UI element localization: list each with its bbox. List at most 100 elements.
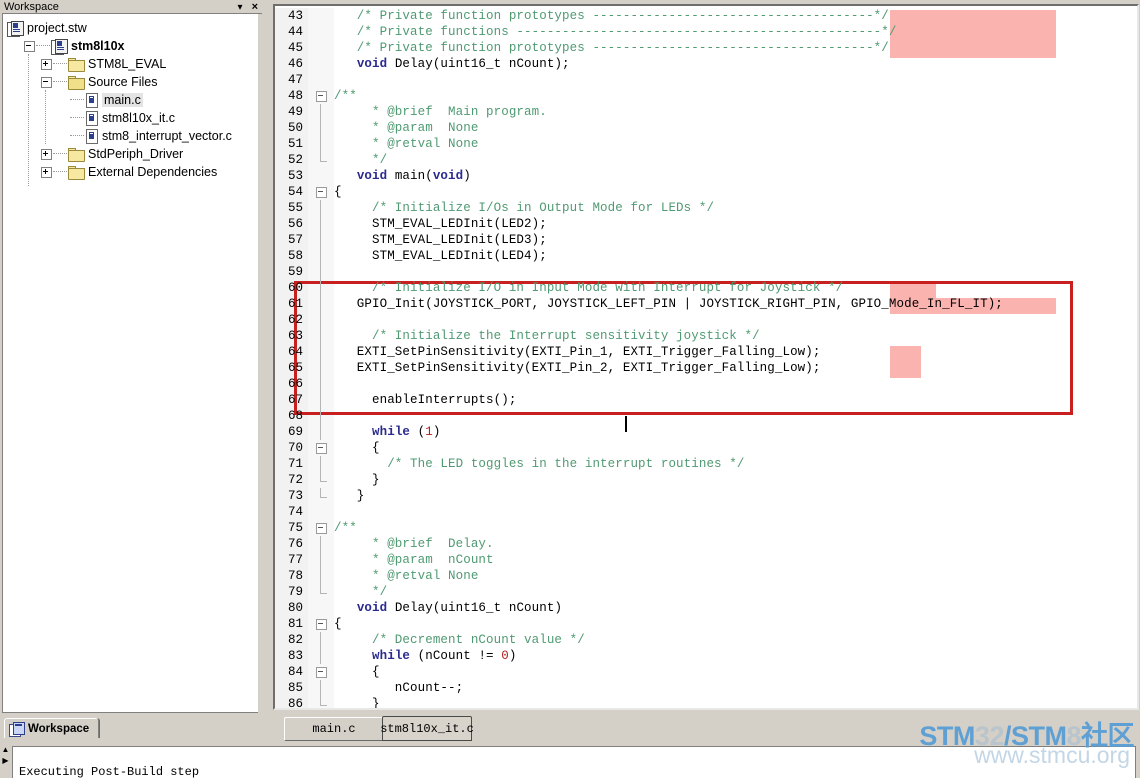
code-line[interactable]: 51 * @retval None [275,136,1137,152]
code-text: /* Decrement nCount value */ [334,633,585,647]
code-line[interactable]: 75 /** [275,520,1137,536]
code-text: STM_EVAL_LEDInit(LED2); [334,217,547,231]
code-area[interactable]: 43 /* Private function prototypes ------… [275,8,1137,708]
code-text: } [334,489,365,503]
collapse-icon[interactable] [41,76,52,88]
fold-guide-end [320,152,327,162]
code-line[interactable]: 85 nCount--; [275,680,1137,696]
code-line[interactable]: 67 enableInterrupts(); [275,392,1137,408]
code-line[interactable]: 49 * @brief Main program. [275,104,1137,120]
code-line[interactable]: 46 void Delay(uint16_t nCount); [275,56,1137,72]
code-text: /** [334,521,357,535]
scroll-down-icon[interactable]: ▶ [2,755,8,766]
code-line[interactable]: 47 [275,72,1137,88]
fold-collapse-icon[interactable] [316,91,327,102]
code-line[interactable]: 66 [275,376,1137,392]
code-line[interactable]: 73 } [275,488,1137,504]
code-line[interactable]: 68 [275,408,1137,424]
chevron-down-icon[interactable]: ▾ [238,2,243,13]
code-line[interactable]: 74 [275,504,1137,520]
fold-guide-end [320,488,327,498]
tree-item-stdperiph-driver[interactable]: StdPeriph_Driver [3,145,258,163]
code-line[interactable]: 69 while (1) [275,424,1137,440]
expand-icon[interactable] [41,148,52,160]
fold-collapse-icon[interactable] [316,667,327,678]
code-text: { [334,617,342,631]
code-line[interactable]: 63 /* Initialize the Interrupt sensitivi… [275,328,1137,344]
workspace-title: Workspace [4,1,59,13]
code-line[interactable]: 82 /* Decrement nCount value */ [275,632,1137,648]
scroll-up-icon[interactable]: ▲ [2,744,10,755]
code-line[interactable]: 59 [275,264,1137,280]
code-line[interactable]: 54 { [275,184,1137,200]
code-line[interactable]: 80 void Delay(uint16_t nCount) [275,600,1137,616]
expand-icon[interactable] [41,58,52,70]
code-line[interactable]: 48 /** [275,88,1137,104]
tree-item-project-stw[interactable]: project.stw [3,19,258,37]
code-line[interactable]: 83 while (nCount != 0) [275,648,1137,664]
expand-icon[interactable] [41,166,52,178]
fold-collapse-icon[interactable] [316,523,327,534]
code-text: /* Initialize I/O in Input Mode with Int… [334,281,844,295]
tab-stm8l10x-it-c[interactable]: stm8l10x_it.c [380,716,474,741]
output-pane-scroll-arrows[interactable]: ▲ ▶ [0,744,11,778]
code-line[interactable]: 64 EXTI_SetPinSensitivity(EXTI_Pin_1, EX… [275,344,1137,360]
tree-item-label: stm8l10x [71,39,125,53]
code-line[interactable]: 78 * @retval None [275,568,1137,584]
code-line[interactable]: 43 /* Private function prototypes ------… [275,8,1137,24]
fold-guide [320,392,321,408]
line-number: 64 [287,345,303,359]
code-line[interactable]: 55 /* Initialize I/Os in Output Mode for… [275,200,1137,216]
tree-connector-line [28,54,30,186]
tree-item-stm8-interrupt-vector-c[interactable]: stm8_interrupt_vector.c [3,127,258,145]
code-text: STM_EVAL_LEDInit(LED3); [334,233,547,247]
close-icon[interactable]: × [252,2,258,13]
line-number: 77 [287,553,303,567]
tree-item-source-files[interactable]: Source Files [3,73,258,91]
line-number: 63 [287,329,303,343]
tree-item-stm8l10x-it-c[interactable]: stm8l10x_it.c [3,109,258,127]
code-line[interactable]: 70 { [275,440,1137,456]
tree-item-external-dependencies[interactable]: External Dependencies [3,163,258,181]
code-line[interactable]: 52 */ [275,152,1137,168]
editor-frame[interactable]: 43 /* Private function prototypes ------… [273,4,1139,710]
tree-scroll-strip[interactable] [258,13,262,714]
code-line[interactable]: 45 /* Private function prototypes ------… [275,40,1137,56]
output-pane-content[interactable]: Executing Post-Build step [12,746,1136,778]
code-line[interactable]: 65 EXTI_SetPinSensitivity(EXTI_Pin_2, EX… [275,360,1137,376]
project-tree[interactable]: project.stw stm8l10x STM8L_EVAL Source File… [2,13,258,713]
line-number: 61 [287,297,303,311]
line-number: 47 [287,73,303,87]
code-line[interactable]: 84 { [275,664,1137,680]
tab-workspace[interactable]: Workspace [4,718,100,740]
fold-collapse-icon[interactable] [316,619,327,630]
code-line[interactable]: 71 /* The LED toggles in the interrupt r… [275,456,1137,472]
tree-item-stm8l10x[interactable]: stm8l10x [3,37,258,55]
code-line[interactable]: 81 { [275,616,1137,632]
tree-item-main-c[interactable]: main.c [3,91,258,109]
line-number: 57 [287,233,303,247]
code-line[interactable]: 60 /* Initialize I/O in Input Mode with … [275,280,1137,296]
tree-item-stm8l-eval[interactable]: STM8L_EVAL [3,55,258,73]
line-number: 46 [287,57,303,71]
code-line[interactable]: 76 * @brief Delay. [275,536,1137,552]
fold-collapse-icon[interactable] [316,187,327,198]
code-line[interactable]: 77 * @param nCount [275,552,1137,568]
fold-collapse-icon[interactable] [316,443,327,454]
code-line[interactable]: 44 /* Private functions ----------------… [275,24,1137,40]
code-line[interactable]: 57 STM_EVAL_LEDInit(LED3); [275,232,1137,248]
code-line[interactable]: 62 [275,312,1137,328]
code-line[interactable]: 72 } [275,472,1137,488]
code-line[interactable]: 86 } [275,696,1137,708]
code-line[interactable]: 61 GPIO_Init(JOYSTICK_PORT, JOYSTICK_LEF… [275,296,1137,312]
code-text: } [334,473,380,487]
line-number: 81 [287,617,303,631]
code-line[interactable]: 79 */ [275,584,1137,600]
code-line[interactable]: 58 STM_EVAL_LEDInit(LED4); [275,248,1137,264]
tab-main-c[interactable]: main.c [284,717,384,741]
code-line[interactable]: 56 STM_EVAL_LEDInit(LED2); [275,216,1137,232]
code-line[interactable]: 50 * @param None [275,120,1137,136]
collapse-icon[interactable] [24,40,35,52]
code-line[interactable]: 53 void main(void) [275,168,1137,184]
code-text: { [334,185,342,199]
